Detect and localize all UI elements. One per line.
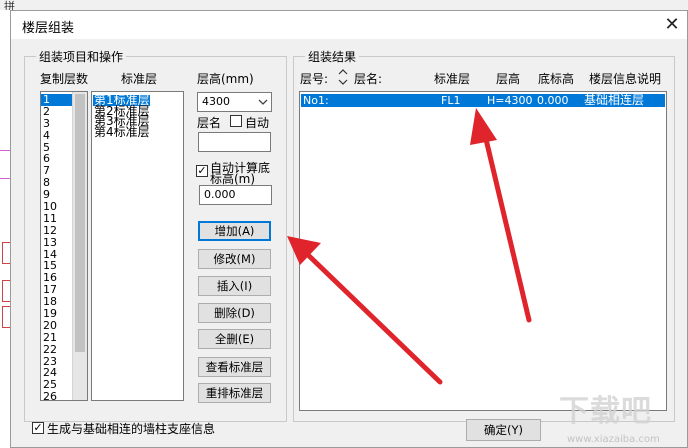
floor-height-label: 层高(mm) xyxy=(197,72,254,86)
floor-height-combo[interactable]: 4300 xyxy=(197,92,272,112)
result-height: H=4300 xyxy=(487,94,533,107)
auto-name-checkbox[interactable] xyxy=(230,115,242,127)
insert-button[interactable]: 插入(I) xyxy=(198,276,271,296)
result-std-floor: FL1 xyxy=(441,94,461,107)
std-floor-header: 标准层 xyxy=(434,72,471,86)
auto-calc-elevation-checkbox[interactable]: ✓ xyxy=(196,165,208,177)
floor-name-label: 层名 xyxy=(197,116,222,130)
watermark-logo: 下载吧 xyxy=(559,394,652,429)
modify-button[interactable]: 修改(M) xyxy=(198,249,271,269)
dialog-titlebar: 楼层组装 ✕ xyxy=(11,11,687,39)
result-floor-no: No1: xyxy=(303,94,329,107)
copy-count-item[interactable]: 11 xyxy=(41,212,72,225)
result-base-elevation: 0.000 xyxy=(537,94,569,107)
assembly-result-legend: 组装结果 xyxy=(305,48,360,65)
background-line xyxy=(0,178,10,179)
floor-desc-header: 楼层信息说明 xyxy=(589,72,662,86)
floor-assembly-dialog: 楼层组装 ✕ 组装项目和操作 复制层数 标准层 层高(mm) 123456789… xyxy=(10,10,688,448)
floor-name-input[interactable] xyxy=(198,132,271,152)
floor-name-header: 层名: xyxy=(354,72,383,86)
copy-count-item[interactable]: 4 xyxy=(41,129,72,142)
std-floor-label: 标准层 xyxy=(121,72,158,86)
copy-count-item[interactable]: 13 xyxy=(41,236,72,249)
floor-no-header: 层号: xyxy=(300,72,329,86)
add-button[interactable]: 增加(A) xyxy=(198,221,271,241)
auto-name-label: 自动 xyxy=(245,116,270,130)
copy-count-item[interactable]: 26 xyxy=(41,391,72,400)
background-line xyxy=(0,150,10,151)
floor-height-value: 4300 xyxy=(202,95,230,108)
generate-support-label: 生成与基础相连的墙柱支座信息 xyxy=(47,422,216,436)
copy-count-item[interactable]: 21 xyxy=(41,331,72,344)
delete-all-button[interactable]: 全删(E) xyxy=(198,329,271,349)
copy-count-scrollbar[interactable] xyxy=(72,92,87,400)
watermark-url: www.xiazaiba.com xyxy=(567,434,660,445)
base-elevation-input[interactable]: 0.000 xyxy=(199,185,272,205)
result-row[interactable]: No1: FL1 H=4300 0.000 基础相连层 xyxy=(301,94,665,107)
reorder-std-floor-button[interactable]: 重排标准层 xyxy=(198,383,271,403)
std-floor-list[interactable]: 第1标准层 第2标准层 第3标准层 第4标准层 xyxy=(91,91,184,401)
assembly-result-list[interactable]: No1: FL1 H=4300 0.000 基础相连层 xyxy=(299,91,667,411)
scrollbar-thumb[interactable] xyxy=(75,94,85,352)
std-floor-item[interactable]: 第4标准层 xyxy=(93,126,150,137)
copy-count-item[interactable]: 22 xyxy=(41,343,72,356)
ok-button[interactable]: 确定(Y) xyxy=(466,419,541,441)
assembly-operations-legend: 组装项目和操作 xyxy=(36,48,127,65)
view-std-floor-button[interactable]: 查看标准层 xyxy=(198,357,271,377)
result-description: 基础相连层 xyxy=(584,93,645,107)
generate-support-checkbox[interactable]: ✓ xyxy=(32,422,44,434)
height-header: 层高 xyxy=(496,72,521,86)
copy-count-item[interactable]: 12 xyxy=(41,224,72,237)
dialog-title: 楼层组装 xyxy=(22,21,75,36)
delete-button[interactable]: 删除(D) xyxy=(198,303,271,323)
close-icon[interactable]: ✕ xyxy=(661,14,683,36)
copy-count-label: 复制层数 xyxy=(40,72,89,86)
base-elevation-header: 底标高 xyxy=(538,72,575,86)
chevron-down-icon xyxy=(258,99,268,105)
sort-updown-icon[interactable] xyxy=(338,68,348,86)
copy-count-item[interactable]: 3 xyxy=(41,117,72,130)
copy-count-item[interactable]: 2 xyxy=(41,105,72,118)
copy-count-list[interactable]: 1 2 3 4 5 6 7 8 9 10 11 12 13 14 15 16 17 18 19 20 21 22 23 24 2… xyxy=(40,91,88,401)
